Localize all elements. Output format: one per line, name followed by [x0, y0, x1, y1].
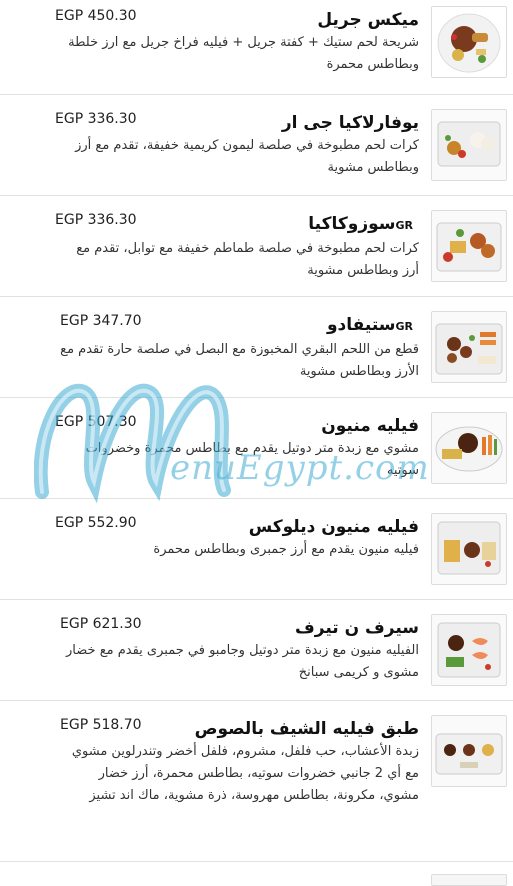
dish-image: [431, 513, 507, 585]
item-name: سيرف ن تيرف: [295, 618, 419, 638]
item-description: كرات لحم مطبوخة في صلصة طماطم خفيفة مع ت…: [76, 241, 419, 278]
menu-item[interactable]: EGP 518.70 طبق فيليه الشيف بالصوص زبدة ا…: [0, 701, 513, 862]
dish-image: [431, 874, 507, 886]
item-name: GRسوزوكاكيا: [308, 214, 413, 234]
item-name: GRستيفادو: [326, 315, 413, 335]
dish-image: [431, 311, 507, 383]
item-description: فيليه منيون يقدم مع أرز جمبرى وبطاطس محم…: [153, 542, 419, 557]
item-description: كرات لحم مطبوخة في صلصة ليمون كريمية خفي…: [75, 138, 419, 175]
item-name: ميكس جريل: [317, 10, 419, 30]
item-description: الفيليه منيون مع زبدة متر دوتيل وجامبو ف…: [66, 643, 419, 680]
item-description: شريحة لحم ستيك + كفتة جريل + فيليه فراخ …: [68, 35, 419, 72]
dish-image: [431, 6, 507, 78]
menu-item[interactable]: EGP 507.30 فيليه منيون مشوي مع زبدة متر …: [0, 398, 513, 499]
menu-item[interactable]: [0, 862, 513, 886]
item-description: زبدة الأعشاب، حب فلفل، مشروم، فلفل أخضر …: [71, 744, 419, 803]
item-name: فيليه منيون ديلوكس: [248, 517, 419, 537]
dish-image: [431, 614, 507, 686]
item-name: طبق فيليه الشيف بالصوص: [194, 719, 419, 739]
dish-image: [431, 412, 507, 484]
menu-item[interactable]: EGP 336.30 يوفارلاكيا جى ار كرات لحم مطب…: [0, 95, 513, 196]
menu-item[interactable]: EGP 347.70 GRستيفادو قطع من اللحم البقري…: [0, 297, 513, 398]
dish-image: [431, 210, 507, 282]
menu-item[interactable]: EGP 621.30 سيرف ن تيرف الفيليه منيون مع …: [0, 600, 513, 701]
item-name: يوفارلاكيا جى ار: [281, 113, 419, 133]
item-description: قطع من اللحم البقري المخبوزة مع البصل في…: [60, 342, 419, 379]
menu-item[interactable]: EGP 336.30 GRسوزوكاكيا كرات لحم مطبوخة ف…: [0, 196, 513, 297]
menu-item[interactable]: EGP 450.30 ميكس جريل شريحة لحم ستيك + كف…: [0, 0, 513, 95]
item-description: مشوي مع زبدة متر دوتيل يقدم مع بطاطس محم…: [85, 441, 419, 478]
item-name: فيليه منيون: [321, 416, 419, 436]
dish-image: [431, 715, 507, 787]
menu-item[interactable]: EGP 552.90 فيليه منيون ديلوكس فيليه منيو…: [0, 499, 513, 600]
dish-image: [431, 109, 507, 181]
